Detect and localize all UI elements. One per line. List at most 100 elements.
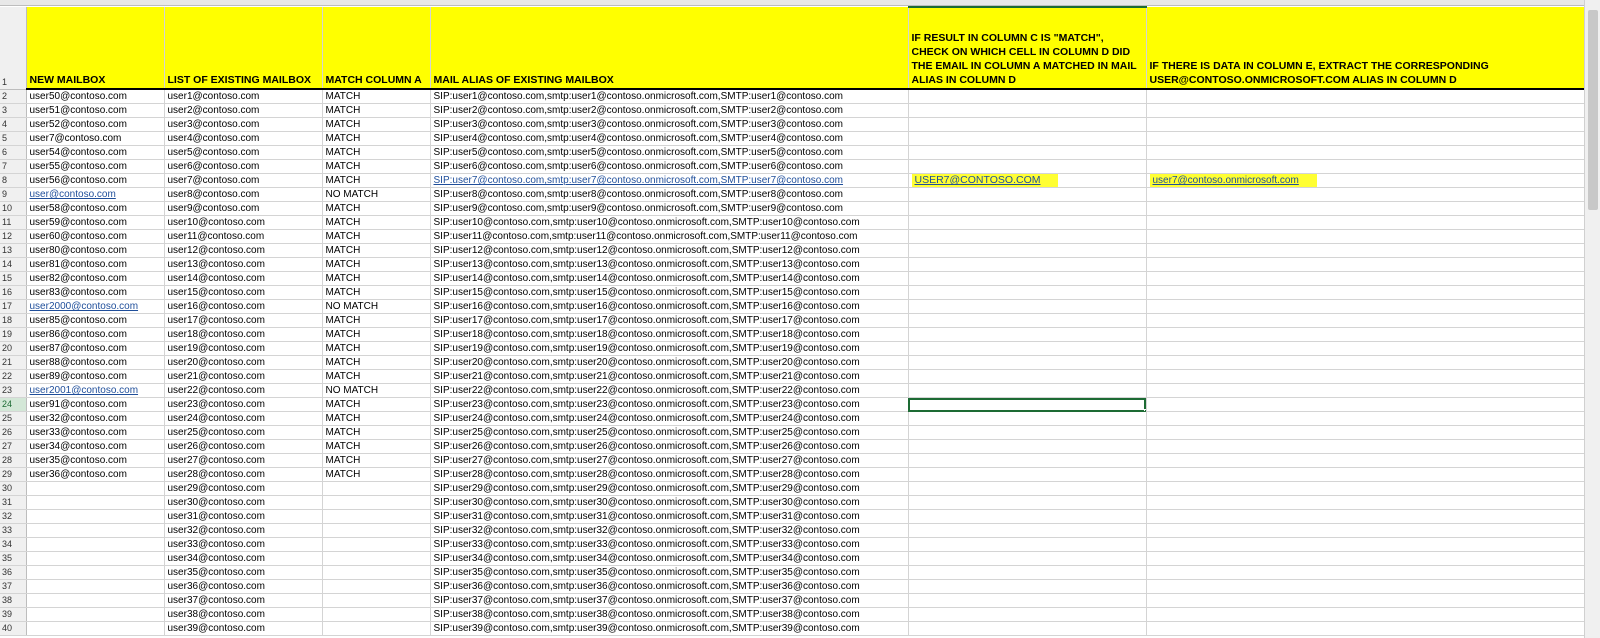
row-number[interactable]: 29 bbox=[0, 467, 27, 482]
cell-mail-alias[interactable]: SIP:user37@contoso.com,smtp:user37@conto… bbox=[430, 593, 909, 608]
cell-new-mailbox[interactable] bbox=[26, 593, 165, 608]
cell-new-mailbox[interactable]: user2000@contoso.com bbox=[26, 299, 165, 314]
cell-match-result[interactable]: MATCH bbox=[322, 257, 431, 272]
cell-column-e[interactable] bbox=[908, 369, 1147, 384]
cell-existing-mailbox[interactable]: user1@contoso.com bbox=[164, 89, 323, 104]
cell-new-mailbox[interactable]: user33@contoso.com bbox=[26, 425, 165, 440]
cell-match-result[interactable]: MATCH bbox=[322, 145, 431, 160]
cell-existing-mailbox[interactable]: user21@contoso.com bbox=[164, 369, 323, 384]
cell-column-f[interactable] bbox=[1146, 495, 1585, 510]
row-number[interactable]: 17 bbox=[0, 299, 27, 314]
cell-column-f[interactable] bbox=[1146, 313, 1585, 328]
cell-column-e[interactable] bbox=[908, 537, 1147, 552]
cell-existing-mailbox[interactable]: user37@contoso.com bbox=[164, 593, 323, 608]
row-number[interactable]: 23 bbox=[0, 383, 27, 398]
cell-column-f[interactable] bbox=[1146, 537, 1585, 552]
cell-column-f[interactable] bbox=[1146, 131, 1585, 146]
row-number[interactable]: 19 bbox=[0, 327, 27, 342]
row-number[interactable]: 1 bbox=[0, 7, 27, 90]
row-number[interactable]: 37 bbox=[0, 579, 27, 594]
cell-new-mailbox[interactable]: user88@contoso.com bbox=[26, 355, 165, 370]
cell-new-mailbox[interactable]: user85@contoso.com bbox=[26, 313, 165, 328]
cell-new-mailbox[interactable]: user52@contoso.com bbox=[26, 117, 165, 132]
cell-column-e[interactable] bbox=[908, 271, 1147, 286]
cell-new-mailbox[interactable]: user50@contoso.com bbox=[26, 89, 165, 104]
cell-existing-mailbox[interactable]: user13@contoso.com bbox=[164, 257, 323, 272]
cell-existing-mailbox[interactable]: user5@contoso.com bbox=[164, 145, 323, 160]
cell-match-result[interactable]: MATCH bbox=[322, 411, 431, 426]
cell-new-mailbox[interactable] bbox=[26, 509, 165, 524]
cell-match-result[interactable] bbox=[322, 607, 431, 622]
mail-alias-link[interactable]: SIP:user7@contoso.com,smtp:user7@contoso… bbox=[434, 175, 844, 186]
cell-match-result[interactable]: MATCH bbox=[322, 215, 431, 230]
cell-new-mailbox[interactable]: user32@contoso.com bbox=[26, 411, 165, 426]
cell-column-e[interactable] bbox=[908, 327, 1147, 342]
cell-match-result[interactable] bbox=[322, 509, 431, 524]
email-link[interactable]: user2000@contoso.com bbox=[30, 301, 139, 312]
cell-column-f[interactable] bbox=[1146, 285, 1585, 300]
cell-column-f[interactable] bbox=[1146, 397, 1585, 412]
cell-mail-alias[interactable]: SIP:user6@contoso.com,smtp:user6@contoso… bbox=[430, 159, 909, 174]
row-number[interactable]: 21 bbox=[0, 355, 27, 370]
cell-column-e[interactable] bbox=[908, 131, 1147, 146]
row-number[interactable]: 40 bbox=[0, 621, 27, 636]
cell-column-e[interactable] bbox=[908, 453, 1147, 468]
row-number[interactable]: 12 bbox=[0, 229, 27, 244]
email-link[interactable]: user2001@contoso.com bbox=[30, 385, 139, 396]
cell-match-result[interactable] bbox=[322, 537, 431, 552]
cell-column-e[interactable] bbox=[908, 425, 1147, 440]
cell-existing-mailbox[interactable]: user4@contoso.com bbox=[164, 131, 323, 146]
cell-existing-mailbox[interactable]: user6@contoso.com bbox=[164, 159, 323, 174]
cell-column-e[interactable] bbox=[908, 187, 1147, 202]
cell-mail-alias[interactable]: SIP:user33@contoso.com,smtp:user33@conto… bbox=[430, 537, 909, 552]
row-number[interactable]: 5 bbox=[0, 131, 27, 146]
cell-new-mailbox[interactable]: user83@contoso.com bbox=[26, 285, 165, 300]
cell-mail-alias[interactable]: SIP:user22@contoso.com,smtp:user22@conto… bbox=[430, 383, 909, 398]
cell-match-result[interactable]: MATCH bbox=[322, 103, 431, 118]
cell-mail-alias[interactable]: SIP:user39@contoso.com,smtp:user39@conto… bbox=[430, 621, 909, 636]
cell-mail-alias[interactable]: SIP:user16@contoso.com,smtp:user16@conto… bbox=[430, 299, 909, 314]
cell-mail-alias[interactable]: SIP:user31@contoso.com,smtp:user31@conto… bbox=[430, 509, 909, 524]
cell-existing-mailbox[interactable]: user3@contoso.com bbox=[164, 117, 323, 132]
cell-new-mailbox[interactable] bbox=[26, 481, 165, 496]
cell-mail-alias[interactable]: SIP:user9@contoso.com,smtp:user9@contoso… bbox=[430, 201, 909, 216]
cell-mail-alias[interactable]: SIP:user4@contoso.com,smtp:user4@contoso… bbox=[430, 131, 909, 146]
cell-match-result[interactable]: MATCH bbox=[322, 467, 431, 482]
cell-match-result[interactable] bbox=[322, 495, 431, 510]
cell-existing-mailbox[interactable]: user25@contoso.com bbox=[164, 425, 323, 440]
scrollbar-thumb[interactable] bbox=[1588, 10, 1598, 210]
cell-column-f[interactable] bbox=[1146, 383, 1585, 398]
cell-existing-mailbox[interactable]: user7@contoso.com bbox=[164, 173, 323, 188]
cell-mail-alias[interactable]: SIP:user35@contoso.com,smtp:user35@conto… bbox=[430, 565, 909, 580]
cell-match-result[interactable]: MATCH bbox=[322, 173, 431, 188]
row-number[interactable]: 4 bbox=[0, 117, 27, 132]
cell-new-mailbox[interactable]: user54@contoso.com bbox=[26, 145, 165, 160]
cell-mail-alias[interactable]: SIP:user13@contoso.com,smtp:user13@conto… bbox=[430, 257, 909, 272]
cell-mail-alias[interactable]: SIP:user32@contoso.com,smtp:user32@conto… bbox=[430, 523, 909, 538]
cell-match-result[interactable]: MATCH bbox=[322, 355, 431, 370]
cell-column-f[interactable] bbox=[1146, 411, 1585, 426]
cell-existing-mailbox[interactable]: user15@contoso.com bbox=[164, 285, 323, 300]
row-number[interactable]: 28 bbox=[0, 453, 27, 468]
cell-new-mailbox[interactable]: user34@contoso.com bbox=[26, 439, 165, 454]
cell-existing-mailbox[interactable]: user22@contoso.com bbox=[164, 383, 323, 398]
cell-column-e[interactable] bbox=[908, 397, 1147, 412]
cell-mail-alias[interactable]: SIP:user8@contoso.com,smtp:user8@contoso… bbox=[430, 187, 909, 202]
cell-existing-mailbox[interactable]: user9@contoso.com bbox=[164, 201, 323, 216]
vertical-scrollbar[interactable] bbox=[1584, 0, 1600, 638]
cell-column-f[interactable]: user7@contoso.onmicrosoft.com bbox=[1146, 173, 1585, 188]
cell-mail-alias[interactable]: SIP:user38@contoso.com,smtp:user38@conto… bbox=[430, 607, 909, 622]
header-existing-mailbox[interactable]: LIST OF EXISTING MAILBOX bbox=[164, 7, 323, 90]
cell-existing-mailbox[interactable]: user26@contoso.com bbox=[164, 439, 323, 454]
row-number[interactable]: 24 bbox=[0, 397, 27, 412]
cell-column-e[interactable] bbox=[908, 481, 1147, 496]
row-number[interactable]: 35 bbox=[0, 551, 27, 566]
row-number[interactable]: 39 bbox=[0, 607, 27, 622]
cell-mail-alias[interactable]: SIP:user2@contoso.com,smtp:user2@contoso… bbox=[430, 103, 909, 118]
cell-column-f[interactable] bbox=[1146, 453, 1585, 468]
cell-column-f[interactable] bbox=[1146, 341, 1585, 356]
cell-existing-mailbox[interactable]: user2@contoso.com bbox=[164, 103, 323, 118]
header-mail-alias[interactable]: MAIL ALIAS OF EXISTING MAILBOX bbox=[430, 7, 909, 90]
cell-match-result[interactable] bbox=[322, 565, 431, 580]
row-number[interactable]: 22 bbox=[0, 369, 27, 384]
